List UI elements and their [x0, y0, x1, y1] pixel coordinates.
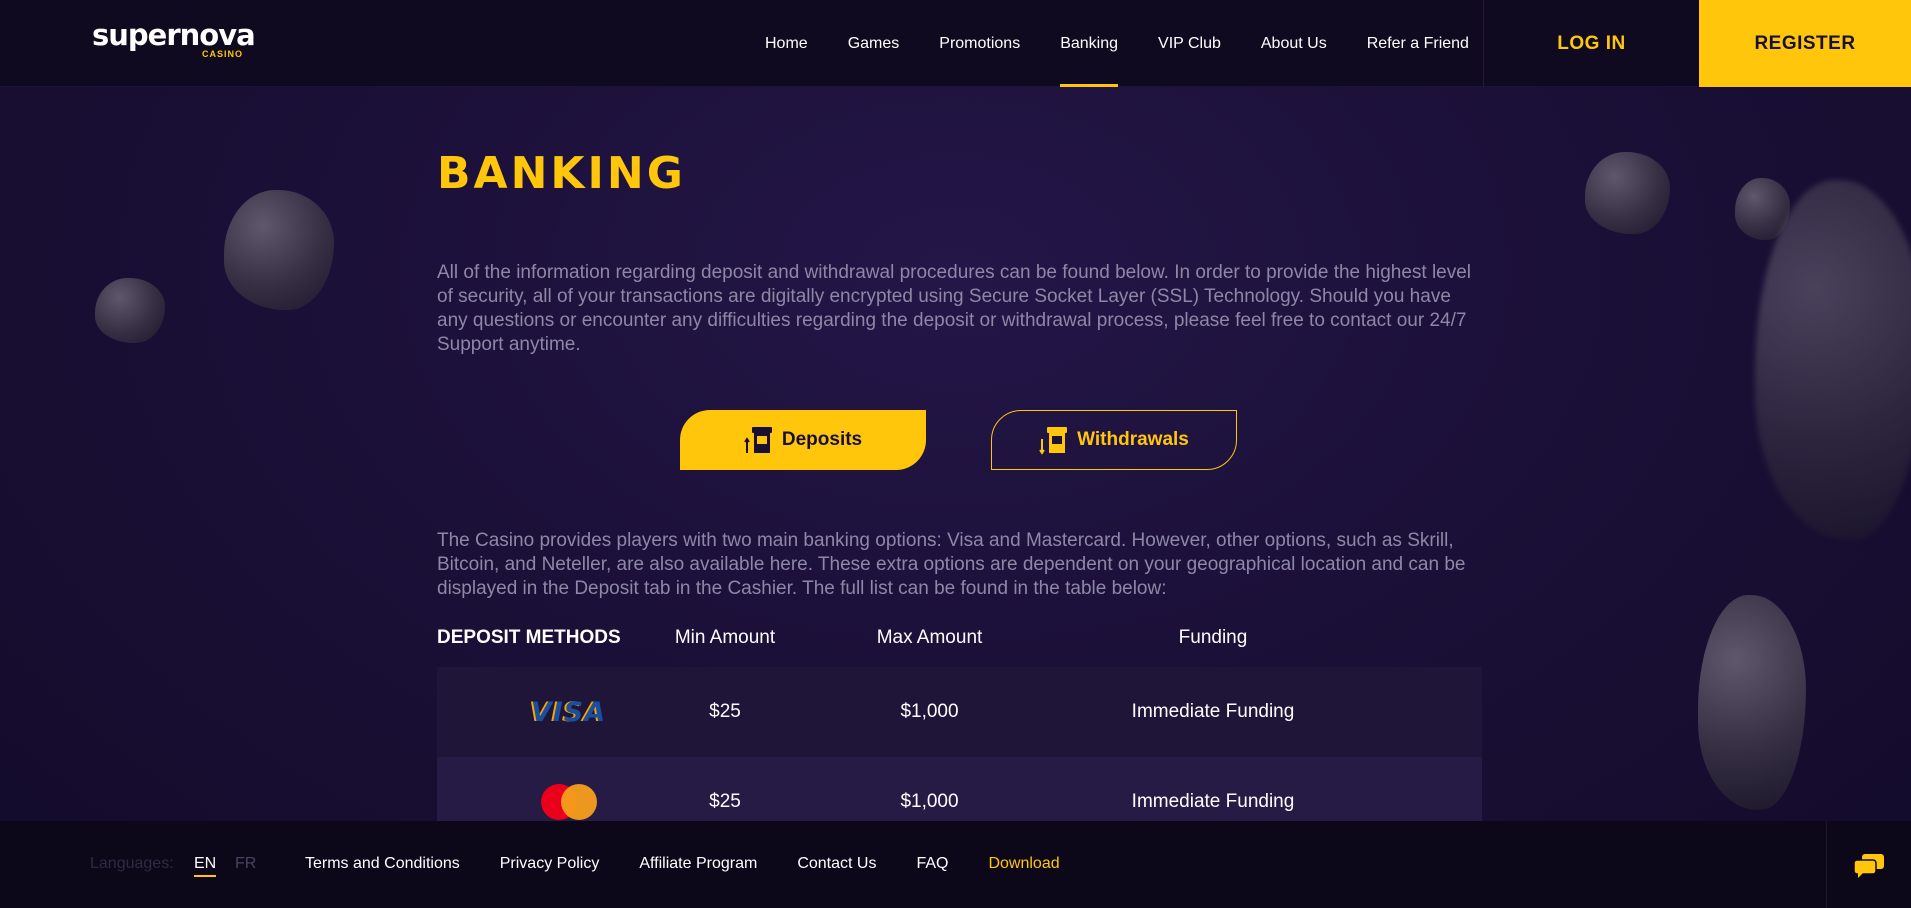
- nav-games[interactable]: Games: [828, 0, 920, 87]
- nav-banking[interactable]: Banking: [1040, 0, 1138, 87]
- tab-deposits-label: Deposits: [781, 429, 863, 450]
- logo-subtitle: CASINO: [202, 49, 244, 59]
- nav-vip-club[interactable]: VIP Club: [1138, 0, 1241, 87]
- deposit-table-header: DEPOSIT METHODS Min Amount Max Amount Fu…: [437, 627, 1482, 653]
- footer-links: Terms and Conditions Privacy Policy Affi…: [305, 855, 1060, 873]
- asteroid-decoration: [95, 278, 165, 343]
- asteroid-decoration: [1698, 595, 1806, 810]
- site-header: supernova CASINO Home Games Promotions B…: [0, 0, 1911, 87]
- footer-link-affiliate[interactable]: Affiliate Program: [639, 855, 757, 873]
- atm-deposit-icon: [744, 427, 772, 453]
- table-row: VISA $25 $1,000 Immediate Funding: [437, 667, 1482, 757]
- min-amount-cell: $25: [709, 701, 741, 722]
- nav-promotions[interactable]: Promotions: [919, 0, 1040, 87]
- register-button[interactable]: REGISTER: [1699, 0, 1911, 87]
- tab-deposits[interactable]: Deposits: [680, 410, 926, 470]
- header-deposit-methods: DEPOSIT METHODS: [437, 627, 621, 648]
- supernova-logo[interactable]: supernova CASINO: [92, 18, 256, 62]
- logo-wordmark: supernova: [92, 18, 256, 52]
- header-min-amount: Min Amount: [674, 627, 776, 648]
- login-button[interactable]: LOG IN: [1484, 0, 1699, 87]
- nav-refer-a-friend[interactable]: Refer a Friend: [1347, 0, 1489, 87]
- visa-wordmark: VISA: [530, 696, 607, 728]
- footer-link-terms[interactable]: Terms and Conditions: [305, 855, 460, 873]
- tab-withdrawals-label: Withdrawals: [1077, 429, 1189, 450]
- max-amount-cell: $1,000: [900, 701, 959, 722]
- atm-withdrawal-icon: [1039, 427, 1068, 455]
- nav-about-us[interactable]: About Us: [1241, 0, 1347, 87]
- footer-link-faq[interactable]: FAQ: [916, 855, 948, 873]
- tab-withdrawals[interactable]: Withdrawals: [991, 410, 1237, 470]
- footer-link-contact[interactable]: Contact Us: [797, 855, 876, 873]
- page-title: BANKING: [437, 148, 686, 199]
- mastercard-yellow-circle: [560, 784, 597, 820]
- language-en[interactable]: EN: [194, 855, 217, 877]
- languages-label: Languages:: [90, 855, 174, 872]
- footer-link-privacy[interactable]: Privacy Policy: [500, 855, 600, 873]
- header-funding: Funding: [1178, 627, 1248, 648]
- footer-divider: [1826, 821, 1827, 908]
- deposit-description: The Casino provides players with two mai…: [437, 530, 1466, 599]
- language-fr[interactable]: FR: [235, 855, 256, 873]
- main-nav: Home Games Promotions Banking VIP Club A…: [745, 0, 1489, 87]
- header-max-amount: Max Amount: [876, 627, 983, 648]
- site-footer: Languages: EN FR Terms and Conditions Pr…: [0, 821, 1911, 908]
- intro-paragraph: All of the information regarding deposit…: [437, 262, 1472, 355]
- asteroid-decoration: [1755, 180, 1911, 540]
- chat-bubbles-icon[interactable]: [1852, 853, 1886, 879]
- asteroid-decoration: [1585, 152, 1670, 234]
- funding-cell: Immediate Funding: [1131, 701, 1295, 722]
- nav-home[interactable]: Home: [745, 0, 828, 87]
- footer-link-download[interactable]: Download: [988, 855, 1059, 873]
- asteroid-decoration: [224, 190, 334, 310]
